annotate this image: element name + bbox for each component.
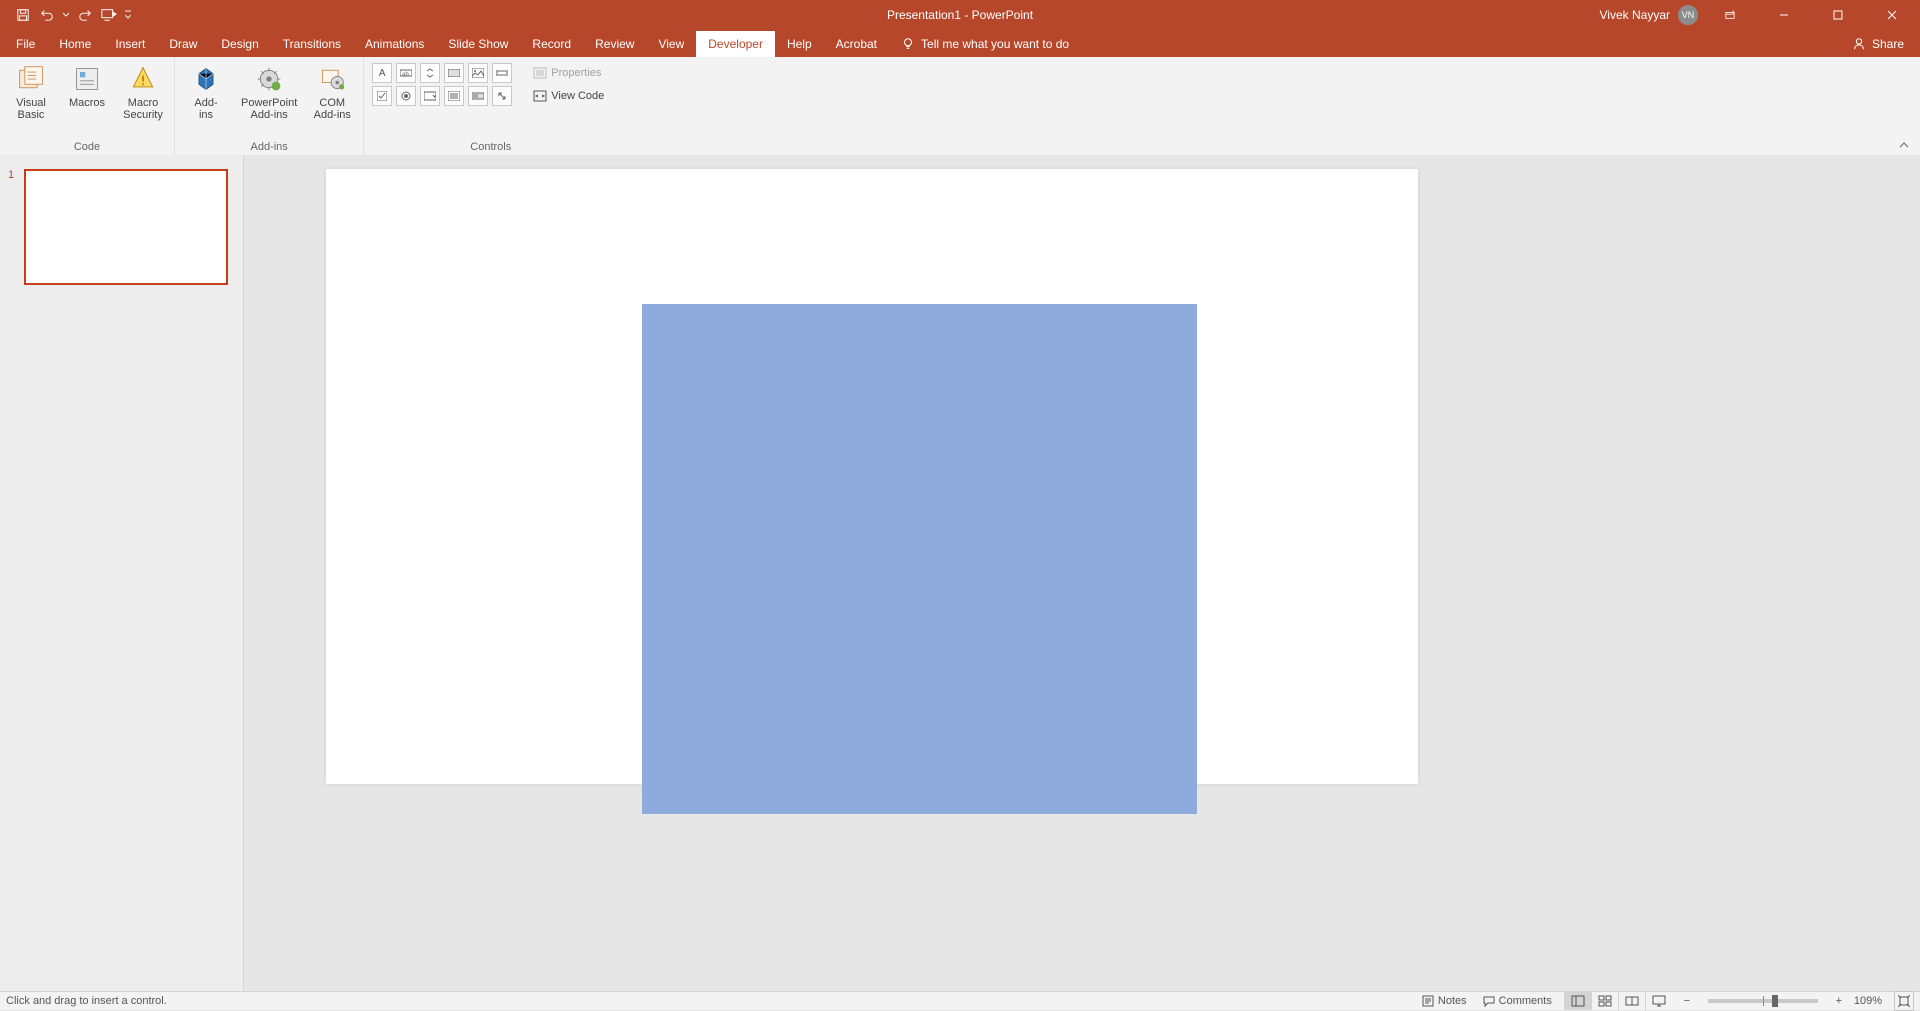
notes-icon <box>1422 995 1434 1007</box>
quick-access-toolbar <box>0 0 132 30</box>
notes-button[interactable]: Notes <box>1418 995 1471 1007</box>
lightbulb-icon <box>901 37 915 51</box>
user-name: Vivek Nayyar <box>1600 8 1670 22</box>
powerpoint-addins-button[interactable]: PowerPoint Add-ins <box>235 59 303 121</box>
tab-design[interactable]: Design <box>209 31 270 57</box>
group-label-code: Code <box>4 139 170 155</box>
view-code-icon <box>533 89 547 103</box>
tab-help[interactable]: Help <box>775 31 824 57</box>
zoom-level[interactable]: 109% <box>1854 995 1882 1007</box>
title-bar: Presentation1 - PowerPoint Vivek Nayyar … <box>0 0 1920 30</box>
control-combobox-button[interactable] <box>420 86 440 106</box>
document-title: Presentation1 - PowerPoint <box>887 8 1033 22</box>
reading-view-button[interactable] <box>1618 992 1645 1010</box>
properties-button: Properties <box>528 63 609 83</box>
visual-basic-button[interactable]: Visual Basic <box>4 59 58 121</box>
status-message: Click and drag to insert a control. <box>6 995 167 1007</box>
work-area: 1 <box>0 155 1920 992</box>
tab-draw[interactable]: Draw <box>157 31 209 57</box>
control-scrollbar-button[interactable] <box>492 63 512 83</box>
addins-button[interactable]: Add- ins <box>179 59 233 121</box>
control-spinbutton-button[interactable] <box>420 63 440 83</box>
zoom-out-button[interactable]: − <box>1680 995 1694 1007</box>
slide-thumbnail-1[interactable] <box>24 169 228 285</box>
tab-insert[interactable]: Insert <box>103 31 157 57</box>
properties-icon <box>533 66 547 80</box>
slide-canvas-area[interactable] <box>244 155 1920 992</box>
tab-record[interactable]: Record <box>520 31 583 57</box>
tab-home[interactable]: Home <box>47 31 103 57</box>
tab-acrobat[interactable]: Acrobat <box>824 31 889 57</box>
tab-view[interactable]: View <box>646 31 696 57</box>
comments-button[interactable]: Comments <box>1479 995 1556 1007</box>
control-optionbutton-button[interactable] <box>396 86 416 106</box>
macro-security-button[interactable]: Macro Security <box>116 59 170 121</box>
control-textbox-button[interactable]: ab <box>396 63 416 83</box>
zoom-in-button[interactable]: + <box>1832 995 1846 1007</box>
control-togglebutton-button[interactable] <box>468 86 488 106</box>
ribbon-group-addins: Add- ins PowerPoint Add-ins COM Add-ins … <box>175 57 364 155</box>
share-icon <box>1852 37 1866 51</box>
tab-transitions[interactable]: Transitions <box>271 31 353 57</box>
powerpoint-addins-icon <box>253 63 285 95</box>
control-checkbox-button[interactable] <box>372 86 392 106</box>
view-code-button[interactable]: View Code <box>528 86 609 106</box>
view-buttons <box>1564 992 1672 1010</box>
zoom-slider[interactable] <box>1708 999 1818 1003</box>
slide-thumbnail-panel: 1 <box>0 155 244 992</box>
visual-basic-icon <box>15 63 47 95</box>
ribbon-group-controls: A ab Prop <box>364 57 617 155</box>
group-label-addins: Add-ins <box>179 139 359 155</box>
tab-slideshow[interactable]: Slide Show <box>436 31 520 57</box>
slide-shape-rectangle[interactable] <box>642 304 1197 814</box>
comments-icon <box>1483 995 1495 1007</box>
control-listbox-button[interactable] <box>444 86 464 106</box>
redo-icon[interactable] <box>76 6 94 24</box>
maximize-button[interactable] <box>1816 0 1860 30</box>
com-addins-button[interactable]: COM Add-ins <box>305 59 359 121</box>
minimize-button[interactable] <box>1762 0 1806 30</box>
tell-me-search[interactable]: Tell me what you want to do <box>889 31 1081 57</box>
macros-icon <box>71 63 103 95</box>
close-button[interactable] <box>1870 0 1914 30</box>
share-label: Share <box>1872 37 1904 51</box>
slide-number-1: 1 <box>8 169 14 181</box>
undo-dropdown-icon[interactable] <box>62 6 70 24</box>
control-label-button[interactable]: A <box>372 63 392 83</box>
status-bar: Click and drag to insert a control. Note… <box>0 991 1920 1010</box>
macros-button[interactable]: Macros <box>60 59 114 109</box>
slide-1[interactable] <box>326 169 1418 784</box>
ribbon-developer: Visual Basic Macros Macro Security Code <box>0 57 1920 156</box>
tell-me-label: Tell me what you want to do <box>921 37 1069 51</box>
tab-developer[interactable]: Developer <box>696 31 775 57</box>
slideshow-view-button[interactable] <box>1645 992 1672 1010</box>
normal-view-button[interactable] <box>1564 992 1591 1010</box>
control-morecontrols-button[interactable] <box>492 86 512 106</box>
group-label-controls: Controls <box>368 139 613 155</box>
user-avatar-icon: VN <box>1678 5 1698 25</box>
qat-customize-icon[interactable] <box>124 6 132 24</box>
slide-sorter-view-button[interactable] <box>1591 992 1618 1010</box>
share-button[interactable]: Share <box>1836 30 1920 57</box>
control-commandbutton-button[interactable] <box>444 63 464 83</box>
tab-file[interactable]: File <box>4 31 47 57</box>
save-icon[interactable] <box>14 6 32 24</box>
fit-to-window-button[interactable] <box>1894 991 1914 1011</box>
tab-animations[interactable]: Animations <box>353 31 436 57</box>
svg-text:ab: ab <box>402 72 409 78</box>
com-addins-icon <box>316 63 348 95</box>
ribbon-tabs: File Home Insert Draw Design Transitions… <box>0 30 1920 57</box>
ribbon-display-options-icon[interactable] <box>1708 0 1752 30</box>
ribbon-group-code: Visual Basic Macros Macro Security Code <box>0 57 175 155</box>
start-from-beginning-icon[interactable] <box>100 6 118 24</box>
user-account[interactable]: Vivek Nayyar VN <box>1600 5 1698 25</box>
addins-icon <box>190 63 222 95</box>
tab-review[interactable]: Review <box>583 31 646 57</box>
collapse-ribbon-icon[interactable] <box>1898 139 1910 151</box>
macro-security-icon <box>127 63 159 95</box>
control-image-button[interactable] <box>468 63 488 83</box>
undo-icon[interactable] <box>38 6 56 24</box>
